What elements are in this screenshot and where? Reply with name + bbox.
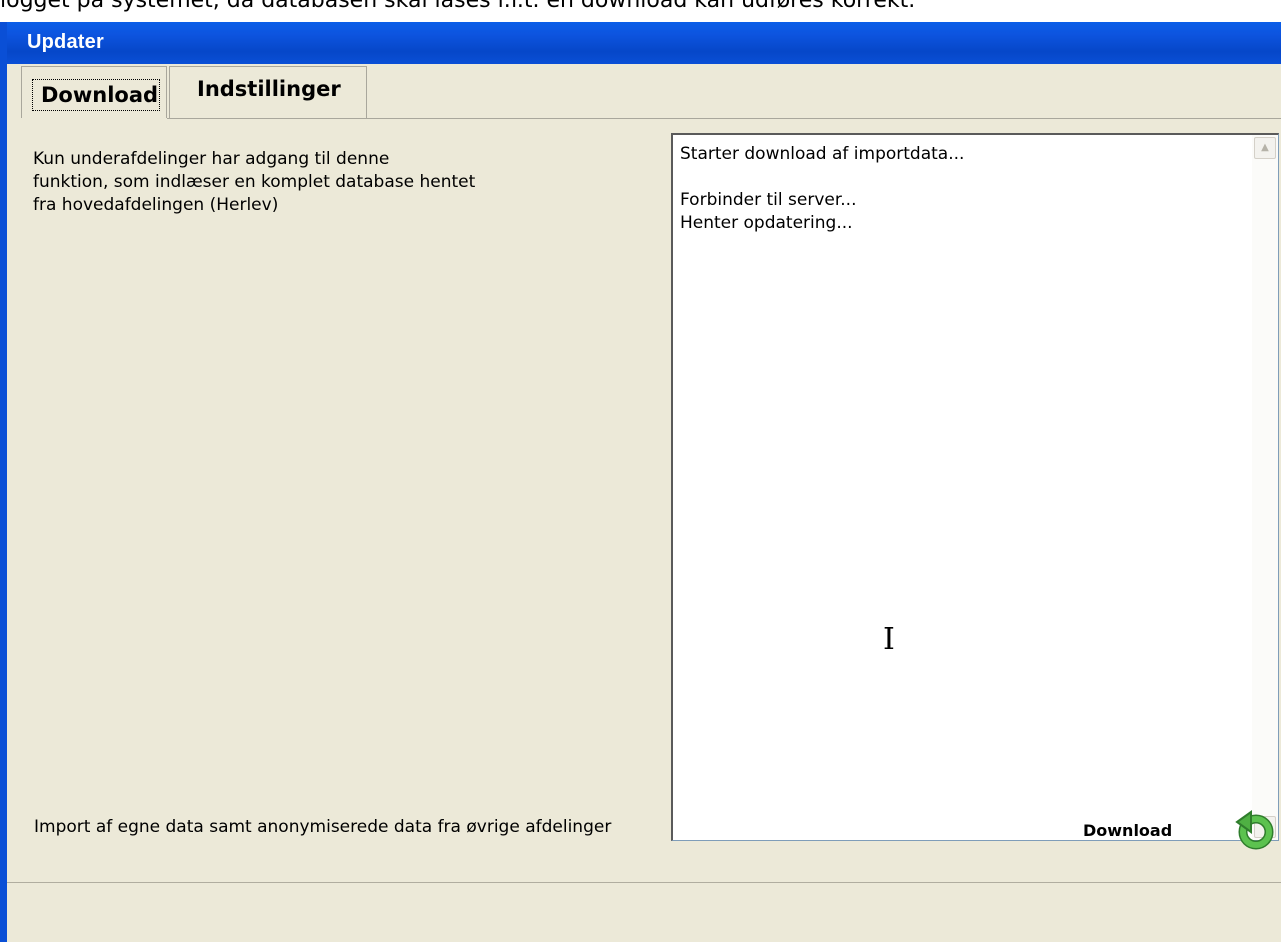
log-line: Henter opdatering... — [680, 213, 853, 233]
tab-divider — [167, 118, 1281, 119]
description-line: funktion, som indlæser en komplet databa… — [33, 172, 476, 192]
description-line: Kun underafdelinger har adgang til denne — [33, 149, 390, 169]
download-button[interactable]: Download — [1083, 821, 1172, 840]
log-line: Starter download af importdata... — [680, 144, 965, 164]
title-bar[interactable]: Updater — [7, 22, 1281, 64]
scroll-up-icon[interactable]: ▲ — [1254, 137, 1276, 159]
log-line: Forbinder til server... — [680, 190, 857, 210]
description-line: fra hovedafdelingen (Herlev) — [33, 195, 279, 215]
status-bar — [7, 882, 1281, 942]
text-cursor-icon: I — [883, 622, 895, 657]
footer-description: Import af egne data samt anonymiserede d… — [34, 817, 612, 837]
updater-window: Updater Download Indstillinger Kun under… — [0, 22, 1281, 942]
tab-download-label: Download — [32, 79, 160, 111]
refresh-icon[interactable] — [1233, 808, 1277, 852]
window-title: Updater — [27, 31, 104, 53]
background-text: logget på systemet, da databasen skal lå… — [0, 0, 916, 13]
description-text: Kun underafdelinger har adgang til denne… — [33, 148, 593, 217]
log-scrollbar[interactable]: ▲ ▼ — [1252, 135, 1278, 840]
tab-download[interactable]: Download — [21, 66, 167, 118]
log-lines: Starter download af importdata... Forbin… — [680, 143, 964, 235]
log-textarea[interactable]: Starter download af importdata... Forbin… — [671, 133, 1279, 841]
tab-settings[interactable]: Indstillinger — [169, 66, 367, 118]
tab-settings-label: Indstillinger — [197, 77, 341, 101]
background-document-text: logget på systemet, da databasen skal lå… — [0, 0, 1281, 22]
